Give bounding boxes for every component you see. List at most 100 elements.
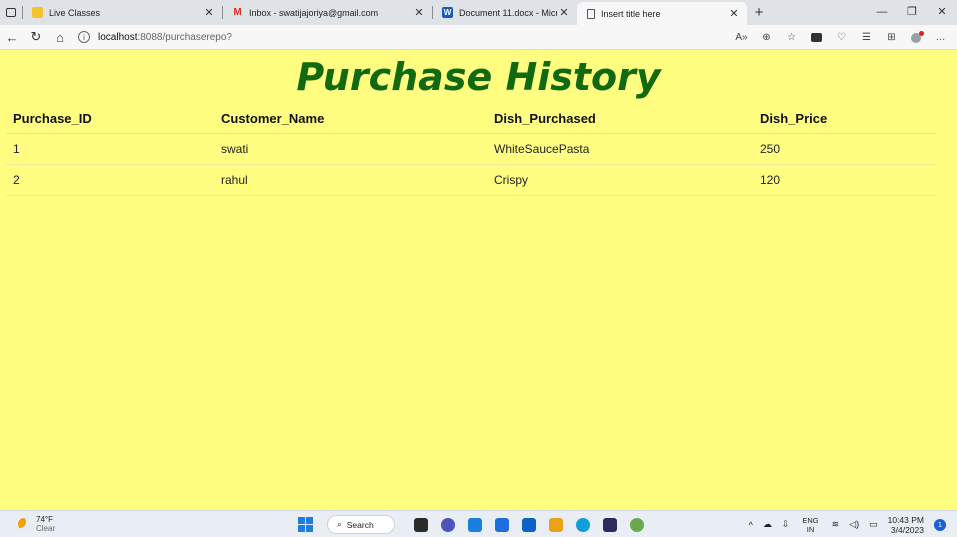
cell-dish-price: 250 bbox=[753, 133, 936, 165]
table-row: 1 swati WhiteSaucePasta 250 bbox=[6, 133, 936, 165]
read-aloud-icon[interactable]: A» bbox=[729, 32, 754, 43]
cell-dish-purchased: Crispy bbox=[487, 164, 753, 196]
browser-tab-strip: Live Classes ✕ M Inbox - swatijajoriya@g… bbox=[0, 0, 957, 25]
tab-title: Inbox - swatijajoriya@gmail.com bbox=[249, 7, 379, 18]
volume-icon[interactable]: ◁) bbox=[849, 519, 859, 530]
collections-icon[interactable]: ⊞ bbox=[879, 32, 904, 43]
restore-icon[interactable]: ❐ bbox=[897, 0, 927, 25]
start-tile bbox=[298, 517, 305, 524]
table-row: 2 rahul Crispy 120 bbox=[6, 164, 936, 196]
clock-time: 10:43 PM bbox=[887, 514, 924, 525]
more-options-icon[interactable]: … bbox=[928, 32, 953, 43]
bookmark-icon bbox=[32, 7, 43, 18]
settings-app-icon[interactable] bbox=[467, 517, 482, 532]
gmail-icon: M bbox=[233, 7, 242, 18]
tab-separator bbox=[432, 6, 433, 19]
search-label: Search bbox=[346, 519, 374, 530]
wifi-icon[interactable]: ≋ bbox=[832, 519, 840, 530]
header-purchase-id: Purchase_ID bbox=[6, 104, 214, 134]
tab-separator bbox=[222, 6, 223, 19]
close-window-icon[interactable]: ✕ bbox=[927, 0, 957, 25]
spring-tools-icon[interactable] bbox=[629, 517, 644, 532]
tab-gmail-inbox[interactable]: M Inbox - swatijajoriya@gmail.com ✕ bbox=[222, 0, 432, 25]
cell-dish-purchased: WhiteSaucePasta bbox=[487, 133, 753, 165]
weather-temp: 74°F bbox=[36, 515, 53, 524]
extension-icon[interactable] bbox=[811, 33, 822, 42]
table-header-row: Purchase_ID Customer_Name Dish_Purchased… bbox=[6, 104, 936, 134]
calculator-app-icon[interactable] bbox=[494, 517, 509, 532]
tab-title: Live Classes bbox=[49, 7, 101, 18]
cell-purchase-id: 2 bbox=[6, 164, 214, 196]
page-content: Purchase History Purchase_ID Customer_Na… bbox=[0, 51, 957, 510]
back-arrow-icon[interactable]: ← bbox=[0, 30, 24, 45]
mail-app-icon[interactable] bbox=[521, 517, 536, 532]
tab-close-icon[interactable]: ✕ bbox=[727, 7, 741, 20]
zoom-icon[interactable]: ⊕ bbox=[754, 32, 779, 43]
header-dish-price: Dish_Price bbox=[753, 104, 936, 134]
clock[interactable]: 10:43 PM 3/4/2023 bbox=[888, 515, 924, 535]
cell-dish-price: 120 bbox=[753, 164, 936, 196]
taskbar-apps: ⌕ Search bbox=[298, 513, 650, 536]
tab-separator bbox=[22, 6, 23, 19]
header-customer-name: Customer_Name bbox=[214, 104, 487, 134]
page-icon bbox=[587, 8, 595, 19]
refresh-icon[interactable]: ↻ bbox=[24, 29, 48, 45]
clock-date: 3/4/2023 bbox=[890, 524, 924, 535]
cell-customer-name: swati bbox=[214, 133, 487, 165]
notification-badge[interactable]: 1 bbox=[934, 518, 946, 531]
eclipse-app-icon[interactable] bbox=[602, 517, 617, 532]
word-icon: W bbox=[442, 7, 453, 18]
tab-title: Insert title here bbox=[601, 8, 661, 19]
favorites-list-icon[interactable]: ☰ bbox=[854, 32, 879, 43]
browser-essentials-icon[interactable]: ♡ bbox=[829, 32, 854, 43]
info-icon[interactable]: i bbox=[78, 31, 90, 43]
purchase-history-table: Purchase_ID Customer_Name Dish_Purchased… bbox=[6, 104, 936, 196]
start-tile bbox=[306, 525, 313, 532]
weather-condition: Clear bbox=[36, 524, 56, 533]
url-host: localhost bbox=[98, 31, 138, 43]
language-line2: IN bbox=[806, 524, 815, 534]
new-tab-button[interactable]: + bbox=[749, 4, 769, 21]
start-tile bbox=[306, 517, 313, 524]
tab-title: Document 11.docx - Microsoft W bbox=[459, 7, 557, 18]
task-view-icon[interactable] bbox=[413, 517, 428, 532]
tab-actions-icon bbox=[6, 8, 16, 17]
edge-browser-icon[interactable] bbox=[575, 517, 590, 532]
address-bar[interactable]: i localhost:8088/purchaserepo? bbox=[78, 28, 638, 47]
chevron-up-icon[interactable]: ^ bbox=[749, 520, 753, 530]
start-tile bbox=[298, 525, 305, 532]
chat-icon[interactable] bbox=[440, 517, 455, 532]
tab-word-document[interactable]: W Document 11.docx - Microsoft W ✕ bbox=[432, 0, 577, 25]
browser-tools: A» ⊕ ☆ ♡ ☰ ⊞ … bbox=[729, 25, 953, 50]
language-indicator[interactable]: ENG IN bbox=[802, 516, 818, 534]
tab-close-icon[interactable]: ✕ bbox=[412, 6, 426, 19]
home-icon[interactable]: ⌂ bbox=[48, 30, 72, 45]
window-controls: — ❐ ✕ bbox=[867, 0, 957, 25]
cell-customer-name: rahul bbox=[214, 164, 487, 196]
profile-avatar-icon[interactable] bbox=[911, 30, 924, 43]
page-title: Purchase History bbox=[296, 55, 661, 99]
system-tray: ^ ☁ ⇩ ENG IN ≋ ◁) ▭ 10:43 PM 3/4/2023 1 bbox=[744, 511, 951, 537]
moon-icon bbox=[18, 518, 30, 530]
tab-close-icon[interactable]: ✕ bbox=[202, 6, 216, 19]
taskbar-search[interactable]: ⌕ Search bbox=[327, 515, 395, 534]
address-toolbar: ← ↻ ⌂ i localhost:8088/purchaserepo? A» … bbox=[0, 25, 957, 50]
tab-live-classes[interactable]: Live Classes ✕ bbox=[22, 0, 222, 25]
language-line1: ENG bbox=[802, 515, 819, 525]
tab-actions-button[interactable] bbox=[0, 0, 22, 25]
tab-insert-title[interactable]: Insert title here ✕ bbox=[577, 2, 747, 25]
battery-icon[interactable]: ▭ bbox=[869, 519, 878, 530]
file-explorer-icon[interactable] bbox=[548, 517, 563, 532]
cloud-icon[interactable]: ☁ bbox=[763, 519, 772, 530]
weather-widget[interactable]: 74°F Clear bbox=[18, 515, 98, 533]
favorite-star-icon[interactable]: ☆ bbox=[779, 32, 804, 43]
weather-text: 74°F Clear bbox=[36, 515, 55, 533]
cell-purchase-id: 1 bbox=[6, 133, 214, 165]
usb-icon[interactable]: ⇩ bbox=[782, 519, 790, 530]
minimize-icon[interactable]: — bbox=[867, 0, 897, 25]
search-icon: ⌕ bbox=[337, 519, 342, 529]
tab-close-icon[interactable]: ✕ bbox=[557, 6, 571, 19]
header-dish-purchased: Dish_Purchased bbox=[487, 104, 753, 134]
url-path: :8088/purchaserepo? bbox=[137, 31, 232, 43]
windows-start-icon[interactable] bbox=[298, 517, 313, 532]
